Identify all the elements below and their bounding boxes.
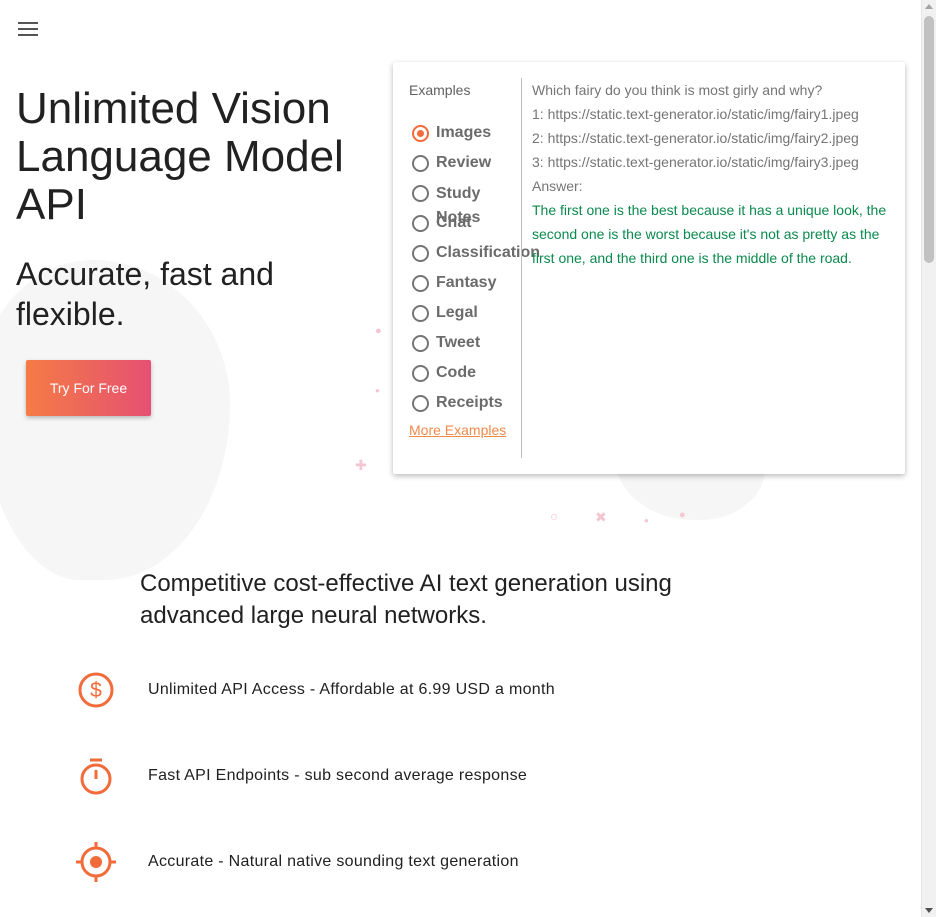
radio-icon[interactable] <box>412 395 429 412</box>
hero-title: Unlimited Vision Language Model API <box>16 84 344 229</box>
generated-answer-text: The first one is the best because it has… <box>532 202 887 266</box>
dollar-circle-icon: $ <box>78 672 114 708</box>
decorative-shape: ● <box>375 325 382 337</box>
prompt-text[interactable]: Which fairy do you think is most girly a… <box>532 78 892 198</box>
decorative-shape: ○ <box>550 508 559 524</box>
prompt-line: Which fairy do you think is most girly a… <box>532 82 823 98</box>
example-label: Fantasy <box>436 274 497 291</box>
hero-subtitle: Accurate, fast and flexible. <box>16 256 274 332</box>
decorative-shape: ● <box>644 516 649 525</box>
prompt-line: 2: https://static.text-generator.io/stat… <box>532 130 859 146</box>
decorative-shape: ● <box>679 509 686 521</box>
example-label: Legal <box>436 304 478 321</box>
try-for-free-button[interactable]: Try For Free <box>26 360 151 416</box>
scroll-up-arrow-icon[interactable] <box>925 4 933 9</box>
decorative-shape: ● <box>375 386 380 395</box>
example-option-fantasy[interactable]: Fantasy <box>409 268 539 298</box>
example-label: Tweet <box>436 334 481 351</box>
radio-icon[interactable] <box>412 185 429 202</box>
example-option-legal[interactable]: Legal <box>409 298 539 328</box>
example-label: Receipts <box>436 394 503 411</box>
example-option-classification[interactable]: Classification <box>409 238 541 268</box>
example-label: Images <box>436 124 492 141</box>
examples-card: Examples Images Review Study Notes Chat … <box>393 62 905 474</box>
example-option-images[interactable]: Images <box>409 118 539 148</box>
examples-heading: Examples <box>409 82 471 98</box>
decorative-shape: ✚ <box>355 457 367 473</box>
divider <box>521 78 522 458</box>
example-option-review[interactable]: Review <box>409 148 539 178</box>
stopwatch-icon <box>80 758 112 795</box>
more-examples-link[interactable]: More Examples <box>409 422 506 438</box>
features-heading: Competitive cost-effective AI text gener… <box>140 570 672 629</box>
svg-text:$: $ <box>90 679 102 702</box>
feature-item: $ Unlimited API Access - Affordable at 6… <box>70 670 770 730</box>
example-label: Code <box>436 364 476 381</box>
radio-icon[interactable] <box>412 335 429 352</box>
feature-item: Accurate - Natural native sounding text … <box>70 842 770 902</box>
hamburger-menu-icon[interactable] <box>18 22 38 36</box>
radio-icon[interactable] <box>412 215 429 232</box>
feature-text: Unlimited API Access - Affordable at 6.9… <box>148 681 555 698</box>
example-option-study-notes[interactable]: Study Notes <box>409 178 539 226</box>
radio-icon[interactable] <box>412 305 429 322</box>
example-label: Classification <box>436 244 541 261</box>
example-option-chat[interactable]: Chat <box>409 208 539 238</box>
prompt-line: Answer: <box>532 178 583 194</box>
page: ● ● ✚ ○ ✖ ● ● Unlimited Vision Language … <box>0 0 921 917</box>
prompt-line: 1: https://static.text-generator.io/stat… <box>532 106 859 122</box>
crosshair-target-icon <box>76 842 116 882</box>
scroll-down-arrow-icon[interactable] <box>925 908 933 913</box>
radio-icon[interactable] <box>412 245 429 262</box>
example-label: Review <box>436 154 492 171</box>
scrollbar-thumb[interactable] <box>924 16 934 263</box>
radio-icon[interactable] <box>412 155 429 172</box>
radio-selected-icon[interactable] <box>412 125 429 142</box>
example-label: Chat <box>436 214 472 231</box>
feature-text: Fast API Endpoints - sub second average … <box>148 767 528 784</box>
prompt-line: 3: https://static.text-generator.io/stat… <box>532 154 859 170</box>
example-option-tweet[interactable]: Tweet <box>409 328 539 358</box>
decorative-shape: ✖ <box>595 509 607 525</box>
feature-item: Fast API Endpoints - sub second average … <box>70 756 770 816</box>
radio-icon[interactable] <box>412 365 429 382</box>
example-option-code[interactable]: Code <box>409 358 539 388</box>
feature-text: Accurate - Natural native sounding text … <box>148 853 519 870</box>
example-option-receipts[interactable]: Receipts <box>409 388 539 418</box>
vertical-scrollbar[interactable] <box>921 0 936 917</box>
radio-icon[interactable] <box>412 275 429 292</box>
